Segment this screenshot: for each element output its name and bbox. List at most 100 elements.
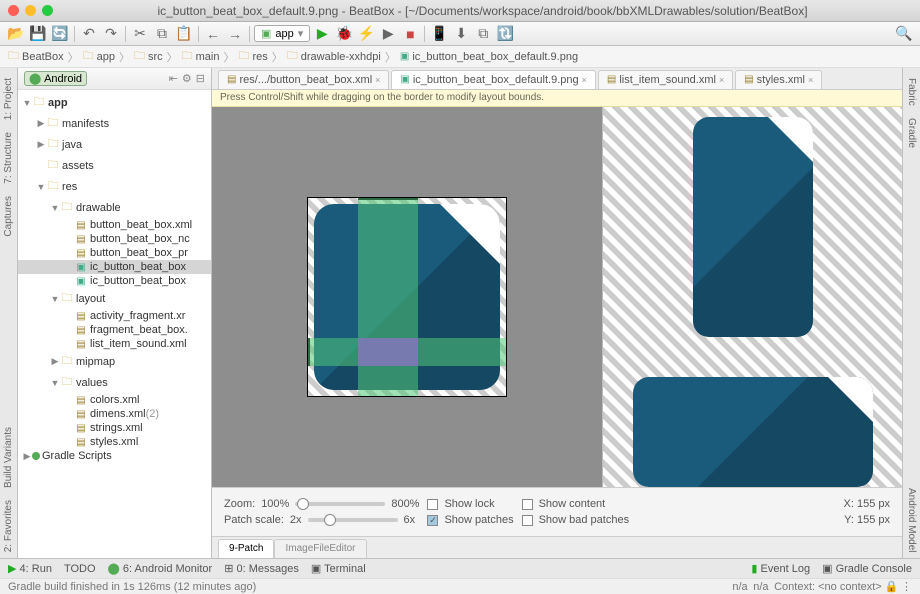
- minimize-icon[interactable]: [25, 5, 36, 16]
- tab-list-item[interactable]: ▤list_item_sound.xml×: [598, 70, 733, 89]
- avd-icon[interactable]: 📱: [429, 24, 449, 44]
- ninepatch-image[interactable]: [307, 197, 507, 397]
- maximize-icon[interactable]: [42, 5, 53, 16]
- node-d2[interactable]: ▤button_beat_box_nc: [18, 232, 211, 246]
- tool-monitor[interactable]: ⬤ 6: Android Monitor: [108, 562, 213, 575]
- apply-changes-icon[interactable]: ⚡: [356, 24, 376, 44]
- attach-icon[interactable]: ▶: [378, 24, 398, 44]
- expand-icon[interactable]: ▼: [50, 203, 60, 213]
- node-values[interactable]: ▼🗀values: [18, 372, 211, 393]
- tool-fabric[interactable]: Fabric: [906, 72, 917, 112]
- ninepatch-editor[interactable]: [212, 107, 602, 487]
- close-tab-icon[interactable]: ×: [808, 75, 813, 85]
- chk-show-lock[interactable]: [427, 499, 438, 510]
- sync-gradle-icon[interactable]: 🔃: [495, 24, 515, 44]
- expand-icon[interactable]: ▶: [36, 118, 46, 129]
- node-app[interactable]: ▼🗀app: [18, 92, 211, 113]
- tab-ic-button[interactable]: ▣ic_button_beat_box_default.9.png×: [391, 70, 595, 89]
- tab-9patch[interactable]: 9-Patch: [218, 539, 274, 558]
- node-l3[interactable]: ▤list_item_sound.xml: [18, 337, 211, 351]
- tool-run[interactable]: ▶ 4: Run: [8, 562, 52, 575]
- bc-res[interactable]: 🗀res: [238, 47, 267, 66]
- sync-icon[interactable]: 🔄: [50, 24, 70, 44]
- back-icon[interactable]: ←: [203, 24, 223, 44]
- node-java[interactable]: ▶🗀java: [18, 134, 211, 155]
- tab-styles[interactable]: ▤styles.xml×: [735, 70, 822, 89]
- node-v2[interactable]: ▤dimens.xml (2): [18, 407, 211, 421]
- collapse-icon[interactable]: ⇤: [169, 72, 178, 85]
- gear-icon[interactable]: ⚙: [182, 72, 192, 85]
- node-d3[interactable]: ▤button_beat_box_pr: [18, 246, 211, 260]
- patch-slider[interactable]: [308, 518, 398, 522]
- tool-favorites[interactable]: 2: Favorites: [3, 494, 14, 558]
- status-context[interactable]: Context: <no context>: [774, 581, 882, 593]
- expand-icon[interactable]: ▶: [36, 139, 46, 150]
- chk-show-content[interactable]: [522, 499, 533, 510]
- tool-gradle[interactable]: Gradle: [906, 112, 917, 154]
- bc-src[interactable]: 🗀src: [134, 47, 163, 66]
- run-icon[interactable]: ▶: [312, 24, 332, 44]
- node-mipmap[interactable]: ▶🗀mipmap: [18, 351, 211, 372]
- close-tab-icon[interactable]: ×: [375, 75, 380, 85]
- cut-icon[interactable]: ✂: [130, 24, 150, 44]
- menu-icon[interactable]: ⋮: [901, 580, 912, 593]
- node-drawable[interactable]: ▼🗀drawable: [18, 197, 211, 218]
- copy-icon[interactable]: ⧉: [152, 24, 172, 44]
- expand-icon[interactable]: ▶: [50, 356, 60, 367]
- tool-messages[interactable]: ⊞ 0: Messages: [224, 562, 299, 575]
- project-view-select[interactable]: ⬤ Android: [24, 71, 87, 86]
- chk-show-bad[interactable]: [522, 515, 533, 526]
- node-l1[interactable]: ▤activity_fragment.xr: [18, 309, 211, 323]
- bc-file[interactable]: ▣ic_button_beat_box_default.9.png: [400, 51, 578, 63]
- tool-gradleconsole[interactable]: ▣ Gradle Console: [822, 562, 912, 575]
- expand-icon[interactable]: ▼: [50, 378, 60, 388]
- tool-android-model[interactable]: Android Model: [906, 482, 917, 558]
- bc-main[interactable]: 🗀main: [182, 47, 220, 66]
- node-d5[interactable]: ▣ic_button_beat_box: [18, 274, 211, 288]
- paste-icon[interactable]: 📋: [174, 24, 194, 44]
- expand-icon[interactable]: ▼: [22, 98, 32, 108]
- tab-button-beat-box[interactable]: ▤res/.../button_beat_box.xml×: [218, 70, 389, 89]
- tool-todo[interactable]: TODO: [64, 563, 96, 575]
- tool-eventlog[interactable]: ▮ Event Log: [751, 562, 810, 575]
- slider-knob[interactable]: [297, 498, 309, 510]
- node-l2[interactable]: ▤fragment_beat_box.: [18, 323, 211, 337]
- debug-icon[interactable]: 🐞: [334, 24, 354, 44]
- node-assets[interactable]: 🗀assets: [18, 155, 211, 176]
- stop-icon[interactable]: ■: [400, 24, 420, 44]
- tab-imagefileeditor[interactable]: ImageFileEditor: [274, 539, 366, 558]
- sdk-icon[interactable]: ⬇: [451, 24, 471, 44]
- open-icon[interactable]: 📂: [6, 24, 26, 44]
- node-gradle[interactable]: ▶Gradle Scripts: [18, 449, 211, 463]
- node-v1[interactable]: ▤colors.xml: [18, 393, 211, 407]
- expand-icon[interactable]: ▶: [22, 451, 32, 462]
- expand-icon[interactable]: ▼: [50, 294, 60, 304]
- node-d1[interactable]: ▤button_beat_box.xml: [18, 218, 211, 232]
- save-icon[interactable]: 💾: [28, 24, 48, 44]
- node-d4[interactable]: ▣ic_button_beat_box: [18, 260, 211, 274]
- tool-terminal[interactable]: ▣ Terminal: [311, 562, 366, 575]
- close-icon[interactable]: [8, 5, 19, 16]
- expand-icon[interactable]: ▼: [36, 182, 46, 192]
- zoom-slider[interactable]: [295, 502, 385, 506]
- tool-captures[interactable]: Captures: [3, 190, 14, 243]
- forward-icon[interactable]: →: [225, 24, 245, 44]
- bc-drawable[interactable]: 🗀drawable-xxhdpi: [287, 47, 381, 66]
- run-config-select[interactable]: ▣app▾: [254, 25, 310, 42]
- tool-structure[interactable]: 7: Structure: [3, 126, 14, 190]
- tool-variants[interactable]: Build Variants: [3, 421, 14, 494]
- node-v4[interactable]: ▤styles.xml: [18, 435, 211, 449]
- undo-icon[interactable]: ↶: [79, 24, 99, 44]
- tool-project[interactable]: 1: Project: [3, 72, 14, 126]
- lock-icon[interactable]: 🔒: [885, 580, 899, 593]
- project-structure-icon[interactable]: ⧉: [473, 24, 493, 44]
- hide-icon[interactable]: ⊟: [196, 72, 205, 85]
- node-manifests[interactable]: ▶🗀manifests: [18, 113, 211, 134]
- search-icon[interactable]: 🔍: [894, 24, 914, 44]
- bc-app[interactable]: 🗀app: [83, 47, 115, 66]
- close-tab-icon[interactable]: ×: [582, 75, 587, 85]
- node-layout[interactable]: ▼🗀layout: [18, 288, 211, 309]
- node-v3[interactable]: ▤strings.xml: [18, 421, 211, 435]
- chk-show-patches[interactable]: ✓: [427, 515, 438, 526]
- close-tab-icon[interactable]: ×: [719, 75, 724, 85]
